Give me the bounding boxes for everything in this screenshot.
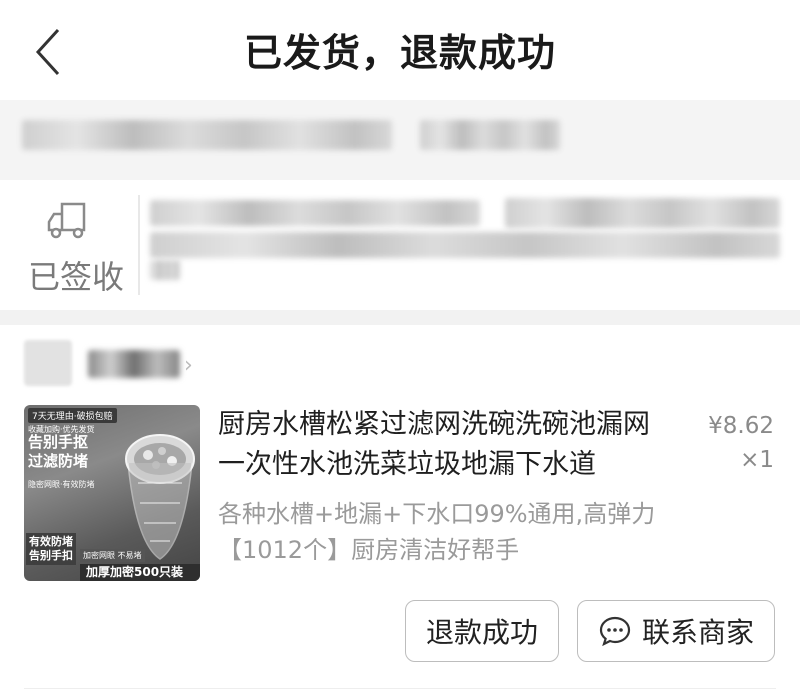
page-title: 已发货，退款成功 — [243, 31, 556, 75]
product-quantity: ×1 — [740, 447, 774, 473]
truck-icon — [47, 202, 86, 239]
divider — [24, 688, 776, 689]
logistics-status: 已签收 — [28, 258, 125, 296]
order-detail-page: 已发货，退款成功 已签收 › 7天无理由·破损包赔 收藏加购·优先发货 告别手抠… — [0, 0, 800, 693]
logistics-detail-blurred — [505, 198, 780, 228]
logistics-detail-blurred — [150, 232, 780, 258]
refund-status-button[interactable]: 退款成功 — [405, 600, 559, 662]
logistics-detail-blurred — [150, 260, 180, 280]
top-nav-bar: 已发货，退款成功 — [0, 0, 800, 100]
shop-logo[interactable] — [24, 340, 72, 386]
address-blurred — [22, 120, 392, 150]
chevron-right-icon[interactable]: › — [184, 353, 193, 378]
product-price: ¥8.62 — [708, 413, 774, 439]
contact-seller-label: 联系商家 — [641, 616, 754, 649]
shipping-address-section — [0, 100, 800, 180]
chat-bubble-icon — [599, 616, 631, 647]
product-spec: 各种水槽+地漏+下水口99%通用,高弹力【1012个】厨房清洁好帮手 — [218, 500, 656, 564]
image-tag: 加密网眼 不易堵 — [80, 549, 145, 562]
refund-status-label: 退款成功 — [425, 616, 538, 649]
strainer-illustration — [125, 434, 195, 560]
divider — [138, 195, 140, 295]
address-blurred — [420, 120, 560, 150]
image-banner: 加厚加密500只装 — [80, 564, 200, 581]
image-badge: 7天无理由·破损包赔 — [28, 408, 117, 423]
image-headline: 告别手抠 过滤防堵 — [28, 433, 89, 470]
product-image[interactable]: 7天无理由·破损包赔 收藏加购·优先发货 告别手抠 过滤防堵 隐密网眼·有效防堵… — [24, 405, 200, 581]
product-title[interactable]: 厨房水槽松紧过滤网洗碗洗碗池漏网一次性水池洗菜垃圾地漏下水道 — [218, 405, 668, 485]
image-caption: 隐密网眼·有效防堵 — [28, 480, 95, 489]
contact-seller-button[interactable]: 联系商家 — [577, 600, 775, 662]
shop-name-blurred[interactable] — [88, 350, 180, 378]
logistics-detail-blurred — [150, 200, 480, 226]
image-tag: 有效防堵 告别手扣 — [26, 533, 76, 565]
